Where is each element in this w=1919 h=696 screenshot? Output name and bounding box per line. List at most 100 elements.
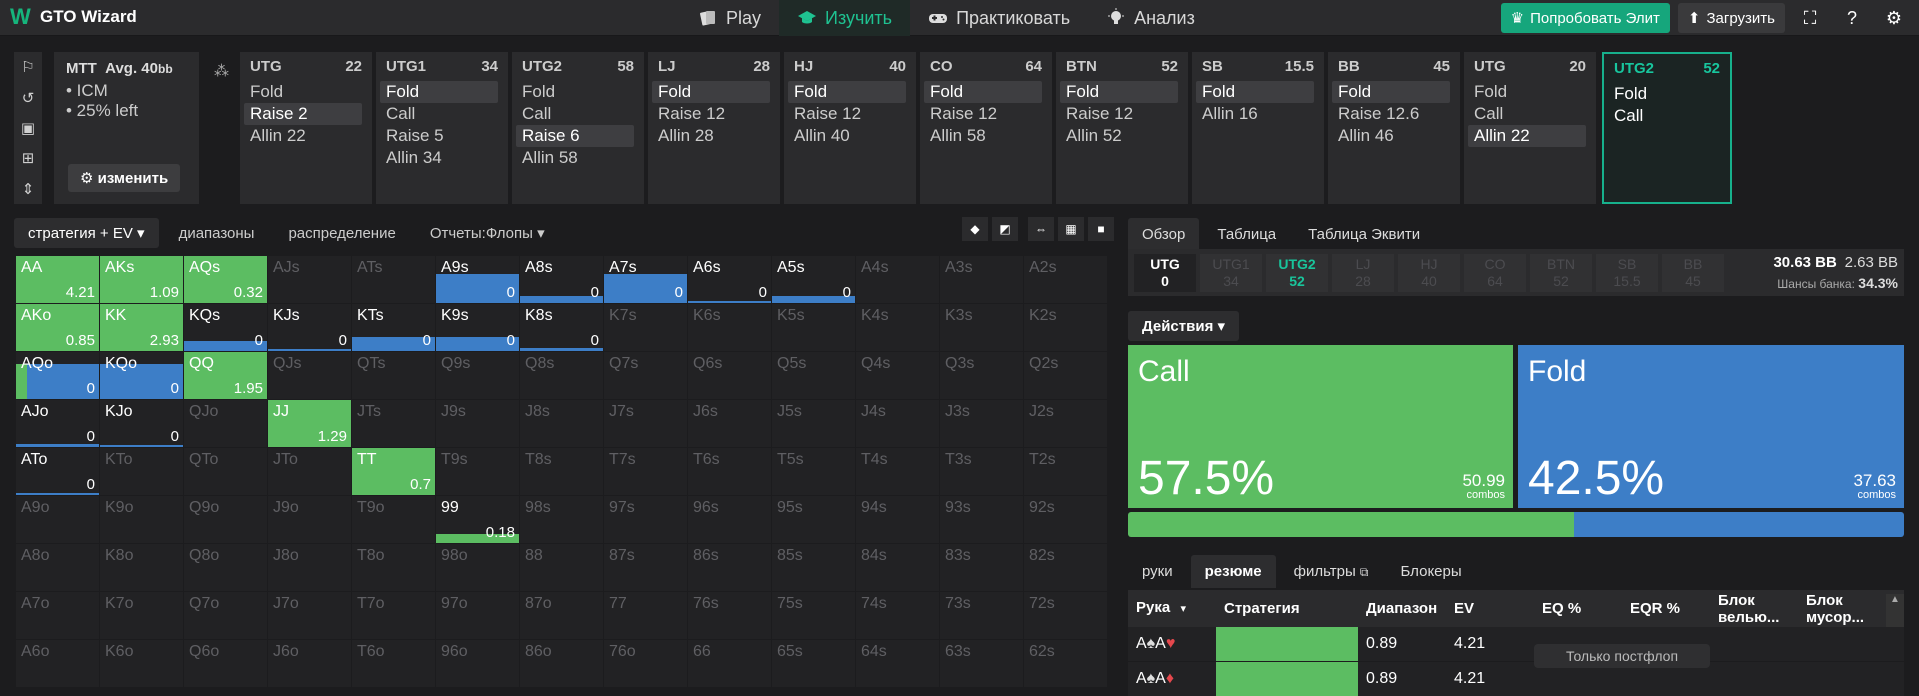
seat-action[interactable]: Allin 34 [380, 147, 498, 169]
seat-co[interactable]: CO 64 Fold Raise 12 Allin 58 [920, 52, 1052, 204]
col-hand[interactable]: Рука ▾ [1128, 599, 1216, 618]
hand-cell[interactable]: 98o [436, 544, 519, 591]
col-eqr[interactable]: EQR % [1622, 600, 1710, 617]
position-chip[interactable]: LJ 28 [1332, 253, 1394, 292]
tab-reports[interactable]: Отчеты:Флопы ▾ [416, 218, 559, 248]
hand-cell[interactable]: T4s [856, 448, 939, 495]
screenshot-button[interactable]: ⛶ [1793, 3, 1827, 33]
hand-cell[interactable]: 97o [436, 592, 519, 639]
tab-distribution[interactable]: распределение [274, 219, 409, 248]
hand-cell[interactable]: A5s 0 [772, 256, 855, 303]
position-chip[interactable]: UTG2 52 [1266, 253, 1328, 292]
seat-action[interactable]: Allin 46 [1332, 125, 1450, 147]
hand-cell[interactable]: J6s [688, 400, 771, 447]
seat-action[interactable]: Allin 52 [1060, 125, 1178, 147]
hand-cell[interactable]: 96s [688, 496, 771, 543]
seat-action[interactable]: Raise 12 [1060, 103, 1178, 125]
edit-button[interactable]: ⚙ изменить [68, 164, 181, 192]
hand-cell[interactable]: 63s [940, 640, 1023, 687]
hand-cell[interactable]: 62s [1024, 640, 1107, 687]
seat-action[interactable]: Allin 22 [244, 125, 362, 147]
col-block-value[interactable]: Блок велью... [1710, 592, 1798, 626]
hand-cell[interactable]: Q8o [184, 544, 267, 591]
seat-utg[interactable]: UTG 22 Fold Raise 2 Allin 22 [240, 52, 372, 204]
tab-summary[interactable]: резюме [1190, 555, 1276, 588]
hand-cell[interactable]: K8o [100, 544, 183, 591]
hand-cell[interactable]: 87o [520, 592, 603, 639]
actions-dropdown[interactable]: Действия ▾ [1128, 311, 1240, 341]
position-chip[interactable]: UTG 0 [1134, 253, 1196, 292]
gamepad-icon[interactable]: ⊞ [22, 149, 35, 167]
tab-equity-table[interactable]: Таблица Эквити [1294, 218, 1434, 251]
hand-cell[interactable]: J2s [1024, 400, 1107, 447]
hand-cell[interactable]: 96o [436, 640, 519, 687]
hand-cell[interactable]: T6s [688, 448, 771, 495]
hand-cell[interactable]: A7o [16, 592, 99, 639]
hand-cell[interactable]: QQ 1.95 [184, 352, 267, 399]
hand-cell[interactable]: A6o [16, 640, 99, 687]
hand-cell[interactable]: Q4s [856, 352, 939, 399]
hand-cell[interactable]: 73s [940, 592, 1023, 639]
seat-sb[interactable]: SB 15.5 Fold Allin 16 [1192, 52, 1324, 204]
hand-cell[interactable]: 99 0.18 [436, 496, 519, 543]
hand-cell[interactable]: Q7s [604, 352, 687, 399]
seat-btn[interactable]: BTN 52 Fold Raise 12 Allin 52 [1056, 52, 1188, 204]
seat-action[interactable]: Raise 12 [788, 103, 906, 125]
seat-utg1[interactable]: UTG1 34 Fold Call Raise 5 Allin 34 [376, 52, 508, 204]
position-chip[interactable]: UTG1 34 [1200, 253, 1262, 292]
tab-ranges[interactable]: диапазоны [165, 219, 269, 248]
seat-action[interactable]: Call [1608, 105, 1720, 127]
col-ev[interactable]: EV [1446, 600, 1534, 617]
seat-action[interactable]: Fold [244, 81, 362, 103]
settings-button[interactable]: ⚙ [1877, 3, 1911, 33]
hand-cell[interactable]: KJo 0 [100, 400, 183, 447]
position-chip[interactable]: SB 15.5 [1596, 253, 1658, 292]
tab-table[interactable]: Таблица [1203, 218, 1290, 251]
seat-utg[interactable]: UTG 20 Fold Call Allin 22 [1464, 52, 1596, 204]
col-block-trash[interactable]: Блок мусор... [1798, 592, 1886, 626]
hand-cell[interactable]: 98s [520, 496, 603, 543]
tab-strategy-ev[interactable]: стратегия + EV ▾ [14, 218, 159, 248]
seat-action[interactable]: Fold [652, 81, 770, 103]
col-strategy[interactable]: Стратегия [1216, 600, 1358, 617]
cube-icon[interactable]: ◆ [962, 217, 988, 241]
hand-cell[interactable]: 82s [1024, 544, 1107, 591]
hand-cell[interactable]: K2s [1024, 304, 1107, 351]
seat-utg2[interactable]: UTG2 52 Fold Call [1602, 52, 1732, 204]
seat-action[interactable]: Allin 22 [1468, 125, 1586, 147]
seat-action[interactable]: Raise 2 [244, 103, 362, 125]
seat-action[interactable]: Raise 6 [516, 125, 634, 147]
hand-cell[interactable]: T9s [436, 448, 519, 495]
hand-cell[interactable]: QJs [268, 352, 351, 399]
hand-cell[interactable]: J4s [856, 400, 939, 447]
hand-cell[interactable]: K6o [100, 640, 183, 687]
seat-action[interactable]: Allin 58 [516, 147, 634, 169]
hand-cell[interactable]: A8s 0 [520, 256, 603, 303]
hand-cell[interactable]: J3s [940, 400, 1023, 447]
upload-button[interactable]: ⬆ Загрузить [1677, 3, 1785, 33]
seat-utg2[interactable]: UTG2 58 Fold Call Raise 6 Allin 58 [512, 52, 644, 204]
hand-cell[interactable]: AQo 0 [16, 352, 99, 399]
hand-cell[interactable]: K8s 0 [520, 304, 603, 351]
logo[interactable]: W GTO Wizard [10, 6, 137, 28]
hand-cell[interactable]: KJs 0 [268, 304, 351, 351]
hand-cell[interactable]: 72s [1024, 592, 1107, 639]
hand-cell[interactable]: T8o [352, 544, 435, 591]
hand-cell[interactable]: 86s [688, 544, 771, 591]
nav-analysis[interactable]: Анализ [1088, 0, 1213, 36]
hand-cell[interactable]: AJo 0 [16, 400, 99, 447]
hand-cell[interactable]: J8s [520, 400, 603, 447]
nav-study[interactable]: Изучить [779, 0, 911, 36]
scroll-up-button[interactable]: ▲ [1886, 594, 1904, 628]
seat-action[interactable]: Allin 28 [652, 125, 770, 147]
hand-cell[interactable]: Q7o [184, 592, 267, 639]
hand-cell[interactable]: 83s [940, 544, 1023, 591]
hand-cell[interactable]: 66 [688, 640, 771, 687]
hand-cell[interactable]: T9o [352, 496, 435, 543]
seat-action[interactable]: Fold [1332, 81, 1450, 103]
hand-cell[interactable]: K6s [688, 304, 771, 351]
seat-action[interactable]: Fold [380, 81, 498, 103]
hand-cell[interactable]: KQs 0 [184, 304, 267, 351]
hand-cell[interactable]: KK 2.93 [100, 304, 183, 351]
hand-cell[interactable]: T2s [1024, 448, 1107, 495]
